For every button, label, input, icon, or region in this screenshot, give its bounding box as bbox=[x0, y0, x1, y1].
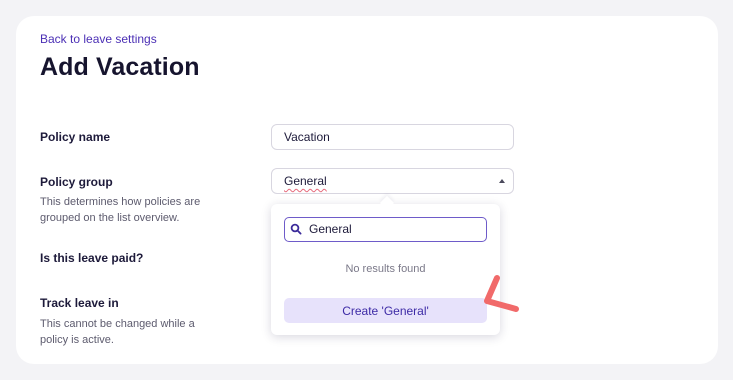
policy-group-select[interactable]: General bbox=[271, 168, 514, 194]
policy-group-help: This determines how policies are grouped… bbox=[40, 196, 201, 224]
policy-group-dropdown: No results found Create 'General' bbox=[271, 204, 500, 335]
policy-name-label: Policy name bbox=[40, 130, 111, 144]
policy-name-input[interactable] bbox=[271, 124, 514, 150]
track-leave-label: Track leave in bbox=[40, 296, 119, 310]
form-card: Back to leave settings Add Vacation Poli… bbox=[16, 16, 718, 364]
page-title: Add Vacation bbox=[40, 53, 200, 81]
track-leave-help: This cannot be changed while a policy is… bbox=[40, 318, 195, 346]
pointer-arrow-icon bbox=[484, 275, 519, 312]
policy-group-selected-value: General bbox=[284, 174, 327, 188]
dropdown-search-box[interactable] bbox=[284, 217, 487, 242]
back-link[interactable]: Back to leave settings bbox=[40, 32, 157, 46]
create-option-button[interactable]: Create 'General' bbox=[284, 298, 487, 323]
no-results-text: No results found bbox=[345, 263, 426, 275]
caret-up-icon bbox=[499, 179, 505, 183]
paid-label: Is this leave paid? bbox=[40, 251, 144, 265]
policy-group-label: Policy group bbox=[40, 175, 113, 189]
search-icon bbox=[290, 223, 302, 235]
dropdown-search-input[interactable] bbox=[309, 221, 479, 237]
